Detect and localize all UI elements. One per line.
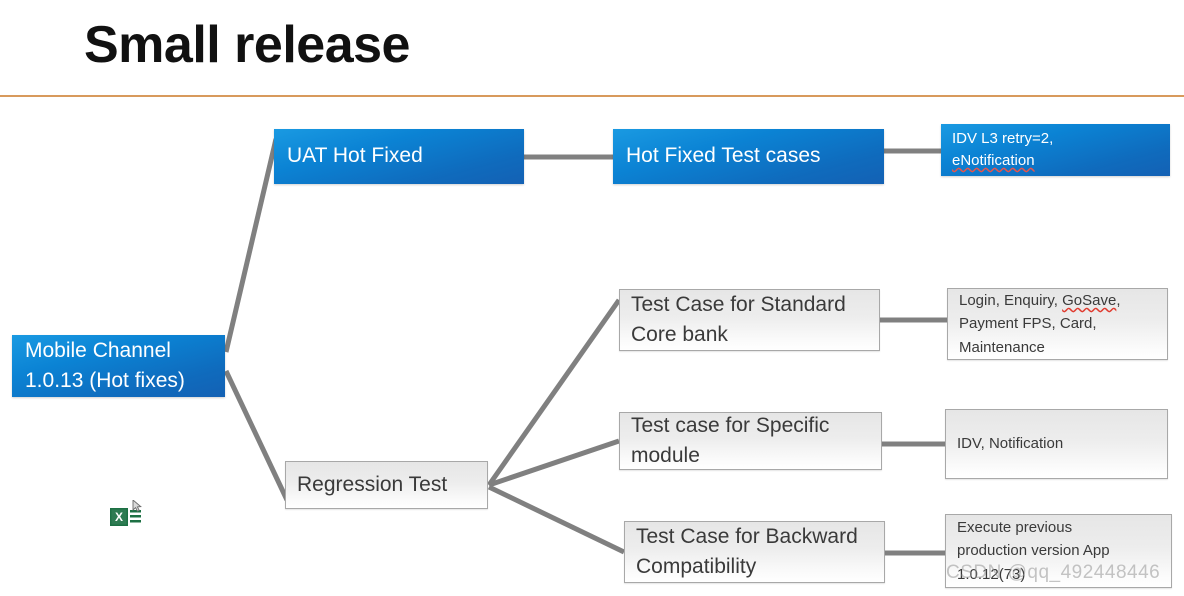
- node-regression-test-label: Regression Test: [297, 472, 448, 496]
- node-uat-hot-fixed-label: UAT Hot Fixed: [287, 144, 423, 168]
- node-test-case-specific-module-label: Test case for Specific module: [631, 414, 830, 467]
- node-idv-detail-line2: eNotification: [952, 152, 1035, 169]
- edge-regression-to-backward: [487, 484, 626, 555]
- node-test-case-standard-core-bank-label: Test Case for Standard Core bank: [631, 293, 846, 346]
- node-test-case-backward-compatibility-label: Test Case for Backward Compatibility: [636, 525, 858, 578]
- excel-spreadsheet-icon: X: [110, 508, 128, 526]
- pointer-arrow-icon: [132, 499, 142, 512]
- edge-regression-to-standard: [486, 298, 622, 487]
- node-backward-compat-detail[interactable]: Execute previous production version App …: [945, 514, 1172, 588]
- node-idv-detail[interactable]: IDV L3 retry=2, eNotification: [941, 124, 1170, 176]
- node-test-case-specific-module[interactable]: Test case for Specific module: [619, 412, 882, 470]
- excel-rows-icon: [130, 510, 141, 523]
- node-specific-module-detail-label: IDV, Notification: [957, 434, 1064, 452]
- node-standard-core-detail[interactable]: Login, Enquiry, GoSave, Payment FPS, Car…: [947, 288, 1168, 360]
- node-test-case-backward-compatibility[interactable]: Test Case for Backward Compatibility: [624, 521, 885, 583]
- embedded-excel-object[interactable]: X: [110, 499, 146, 530]
- node-mobile-channel[interactable]: Mobile Channel 1.0.13 (Hot fixes): [12, 335, 225, 397]
- node-hot-fixed-test-cases[interactable]: Hot Fixed Test cases: [613, 129, 884, 184]
- edge-regression-to-specific: [488, 438, 620, 488]
- svg-text:X: X: [115, 510, 123, 524]
- node-hot-fixed-test-cases-label: Hot Fixed Test cases: [626, 144, 821, 168]
- node-backward-compat-detail-label: Execute previous production version App …: [957, 519, 1110, 583]
- detail-part1: Login, Enquiry,: [959, 292, 1063, 310]
- edge-root-to-uat: [223, 138, 279, 353]
- node-specific-module-detail[interactable]: IDV, Notification: [945, 409, 1168, 479]
- edge-root-to-regression: [223, 369, 290, 502]
- node-regression-test[interactable]: Regression Test: [285, 461, 488, 509]
- slide-canvas: Small release Mobile Channel 1.0.13 (Hot…: [0, 0, 1184, 596]
- node-mobile-channel-label: Mobile Channel 1.0.13 (Hot fixes): [25, 339, 185, 392]
- node-idv-detail-line1: IDV L3 retry=2,: [952, 130, 1054, 148]
- node-test-case-standard-core-bank[interactable]: Test Case for Standard Core bank: [619, 289, 880, 351]
- detail-gosave: GoSave: [1062, 292, 1117, 310]
- node-standard-core-detail-text: Login, Enquiry, GoSave, Payment FPS, Car…: [959, 289, 1167, 359]
- node-uat-hot-fixed[interactable]: UAT Hot Fixed: [274, 129, 524, 184]
